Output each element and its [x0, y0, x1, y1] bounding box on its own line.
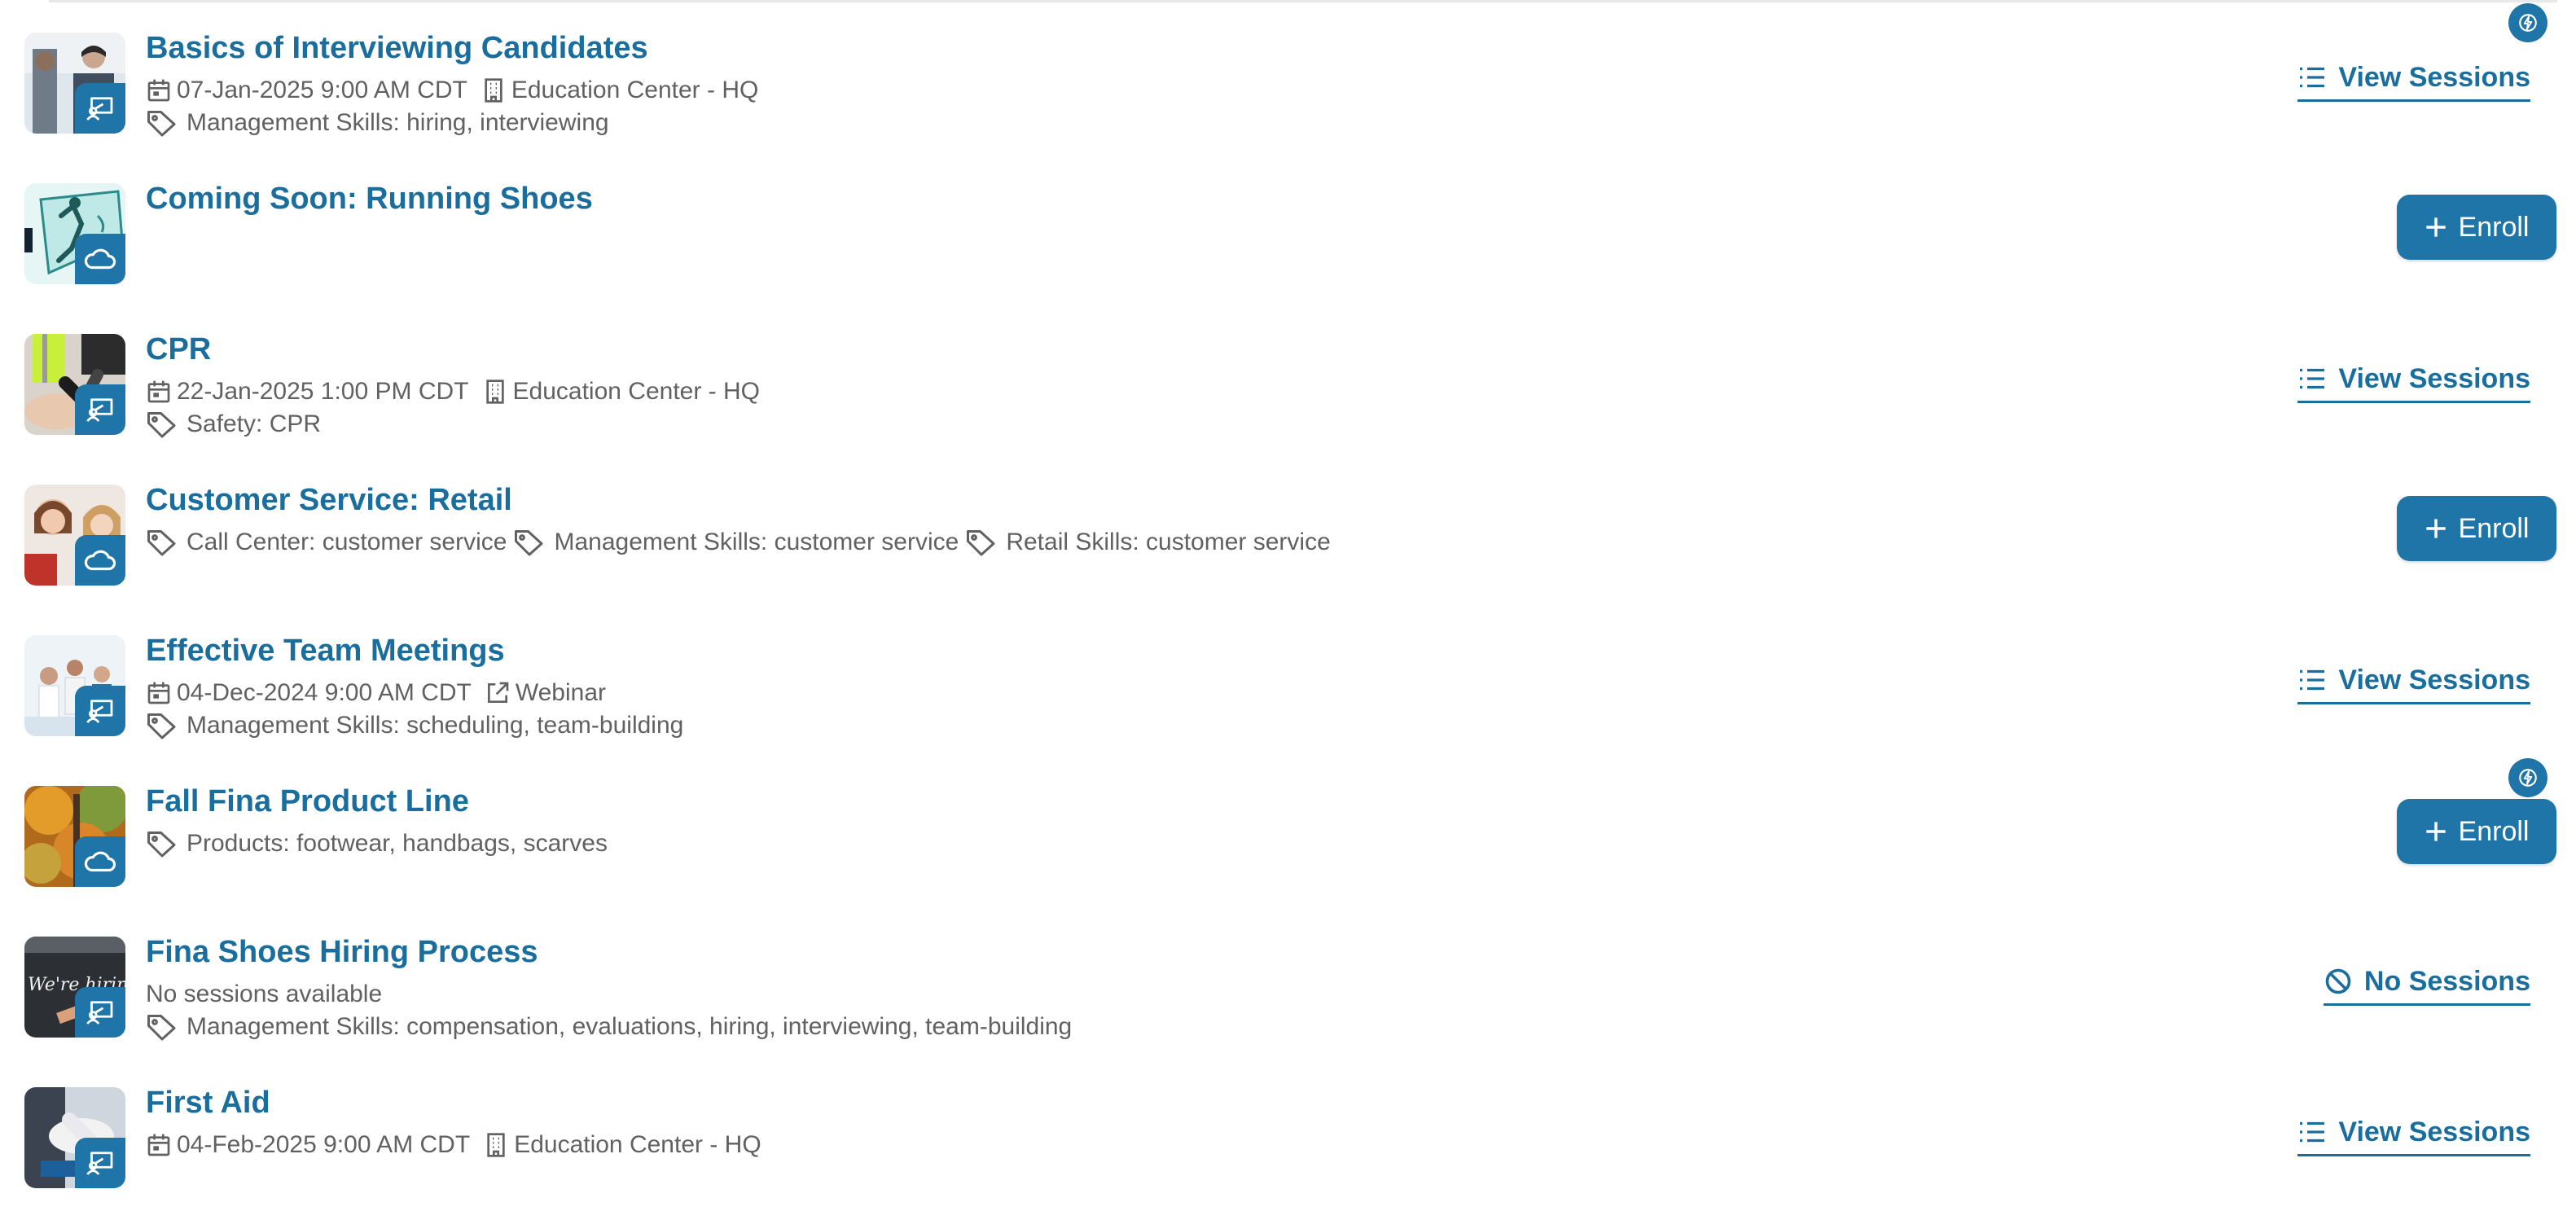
view-sessions-button[interactable]: View Sessions — [2297, 57, 2530, 102]
classroom-icon — [75, 686, 125, 736]
tag-label: Retail Skills: customer service — [1006, 529, 1331, 555]
enroll-button[interactable]: Enroll — [2397, 496, 2556, 561]
calendar-icon — [146, 1131, 172, 1159]
course-title[interactable]: Basics of Interviewing Candidates — [146, 31, 648, 66]
view-sessions-label: View Sessions — [2338, 1116, 2530, 1147]
session-date: 04-Feb-2025 9:00 AM CDT — [177, 1131, 471, 1158]
course-thumbnail[interactable] — [24, 635, 125, 736]
session-info: 04-Feb-2025 9:00 AM CDT Education Center… — [146, 1130, 761, 1161]
tag-list: Safety: CPR — [146, 409, 321, 440]
view-sessions-label: View Sessions — [2338, 362, 2530, 394]
tag-icon — [513, 528, 546, 557]
course-row: CPR 22-Jan-2025 1:00 PM CDT Education Ce… — [0, 301, 2576, 452]
calendar-icon — [146, 77, 172, 104]
session-location: Education Center - HQ — [511, 77, 759, 103]
session-date: 07-Jan-2025 9:00 AM CDT — [177, 77, 467, 103]
enroll-label: Enroll — [2458, 211, 2530, 243]
tag-list: Products: footwear, handbags, scarves — [146, 828, 608, 859]
tag-label: Management Skills: customer service — [554, 529, 959, 555]
tag-label: Call Center: customer service — [187, 529, 507, 555]
tag-label: Safety: CPR — [187, 410, 322, 437]
calendar-icon — [146, 378, 172, 406]
lightning-icon[interactable] — [2508, 758, 2547, 797]
no-sessions-button[interactable]: No Sessions — [2323, 961, 2530, 1006]
tag-label: Management Skills: scheduling, team-buil… — [187, 712, 684, 739]
session-date: 22-Jan-2025 1:00 PM CDT — [177, 378, 469, 405]
view-sessions-button[interactable]: View Sessions — [2297, 660, 2530, 704]
view-sessions-label: View Sessions — [2338, 664, 2530, 695]
cloud-icon — [75, 535, 125, 586]
view-sessions-label: View Sessions — [2338, 61, 2530, 93]
course-title[interactable]: CPR — [146, 332, 211, 367]
tag-list: Management Skills: hiring, interviewing — [146, 107, 609, 138]
course-thumbnail[interactable] — [24, 334, 125, 435]
tag-icon — [146, 829, 178, 858]
cloud-icon — [75, 836, 125, 887]
session-location: Education Center - HQ — [512, 378, 760, 405]
tag-icon — [146, 711, 178, 740]
session-info: 22-Jan-2025 1:00 PM CDT Education Center… — [146, 376, 760, 407]
session-info: 07-Jan-2025 9:00 AM CDT Education Center… — [146, 75, 758, 106]
classroom-icon — [75, 384, 125, 435]
classroom-icon — [75, 987, 125, 1038]
course-row: Effective Team Meetings 04-Dec-2024 9:00… — [0, 603, 2576, 753]
enroll-label: Enroll — [2458, 815, 2530, 847]
course-thumbnail[interactable] — [24, 786, 125, 887]
tag-list: Management Skills: compensation, evaluat… — [146, 1011, 1072, 1042]
enroll-button[interactable]: Enroll — [2397, 195, 2556, 260]
course-row: We're hiring Fina Shoes Hiring Process N… — [0, 904, 2576, 1055]
course-title[interactable]: First Aid — [146, 1086, 270, 1121]
course-row: First Aid 04-Feb-2025 9:00 AM CDT Educat… — [0, 1055, 2576, 1205]
tag-icon — [965, 528, 998, 557]
classroom-icon — [75, 1138, 125, 1188]
course-title[interactable]: Customer Service: Retail — [146, 483, 512, 518]
external-link-icon — [485, 679, 511, 707]
building-icon — [482, 378, 508, 406]
tag-icon — [146, 1012, 178, 1042]
building-icon — [483, 1131, 509, 1159]
course-thumbnail[interactable] — [24, 1087, 125, 1188]
calendar-icon — [146, 679, 172, 707]
course-title[interactable]: Coming Soon: Running Shoes — [146, 182, 593, 217]
course-thumbnail[interactable]: We're hiring — [24, 937, 125, 1038]
tag-label: Products: footwear, handbags, scarves — [187, 830, 608, 857]
course-row: Basics of Interviewing Candidates 07-Jan… — [0, 0, 2576, 151]
tag-list: Call Center: customer service Management… — [146, 527, 1331, 558]
session-status: No sessions available — [146, 979, 382, 1010]
cloud-icon — [75, 234, 125, 284]
tag-icon — [146, 528, 178, 557]
session-info: 04-Dec-2024 9:00 AM CDT Webinar — [146, 678, 606, 709]
tag-icon — [146, 410, 178, 439]
tag-icon — [146, 108, 178, 138]
course-row: Fall Fina Product Line Products: footwea… — [0, 753, 2576, 904]
tag-list: Management Skills: scheduling, team-buil… — [146, 710, 683, 741]
session-location: Webinar — [515, 679, 607, 706]
course-title[interactable]: Fina Shoes Hiring Process — [146, 935, 538, 970]
view-sessions-button[interactable]: View Sessions — [2297, 358, 2530, 403]
tag-label: Management Skills: hiring, interviewing — [187, 109, 609, 136]
no-sessions-label: No Sessions — [2363, 965, 2530, 997]
course-thumbnail[interactable] — [24, 33, 125, 134]
course-row: Customer Service: Retail Call Center: cu… — [0, 452, 2576, 603]
course-title[interactable]: Effective Team Meetings — [146, 634, 505, 669]
course-row: Coming Soon: Running Shoes Enroll — [0, 151, 2576, 301]
classroom-icon — [75, 83, 125, 134]
course-thumbnail[interactable] — [24, 183, 125, 284]
session-date: 04-Dec-2024 9:00 AM CDT — [177, 679, 472, 706]
lightning-icon[interactable] — [2508, 3, 2547, 42]
no-sessions-text: No sessions available — [146, 981, 383, 1007]
enroll-label: Enroll — [2458, 512, 2530, 544]
tag-label: Management Skills: compensation, evaluat… — [187, 1013, 1073, 1040]
enroll-button[interactable]: Enroll — [2397, 799, 2556, 864]
session-location: Education Center - HQ — [514, 1131, 761, 1158]
course-thumbnail[interactable] — [24, 485, 125, 586]
view-sessions-button[interactable]: View Sessions — [2297, 1112, 2530, 1156]
course-title[interactable]: Fall Fina Product Line — [146, 784, 469, 819]
building-icon — [481, 77, 507, 104]
